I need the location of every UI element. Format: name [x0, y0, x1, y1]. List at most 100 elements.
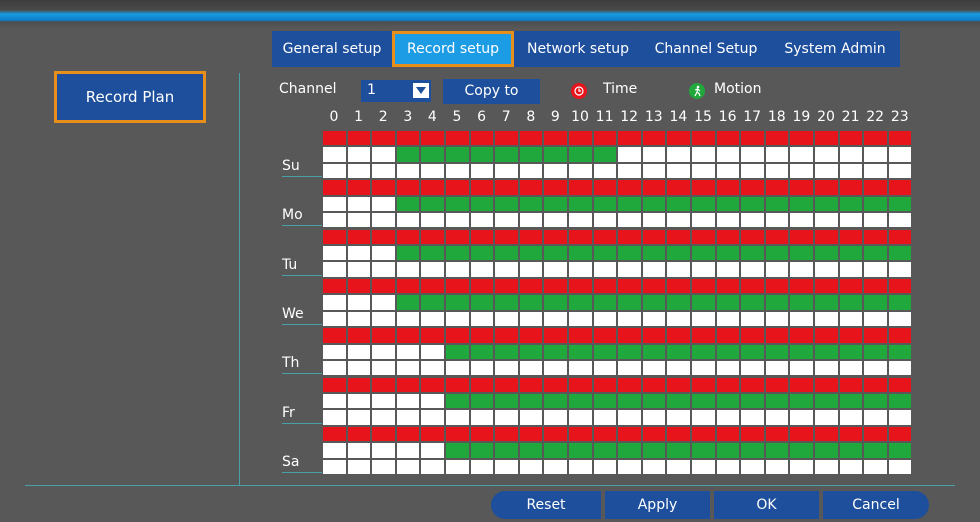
schedule-cell-motion[interactable]	[519, 246, 543, 261]
schedule-cell-time[interactable]	[642, 278, 666, 294]
schedule-cell-empty[interactable]	[716, 311, 740, 327]
schedule-cell-motion[interactable]	[716, 344, 740, 359]
schedule-cell-motion[interactable]	[839, 344, 863, 359]
schedule-cell-empty[interactable]	[888, 311, 912, 327]
schedule-cell-time[interactable]	[372, 278, 395, 294]
schedule-cell-empty[interactable]	[864, 459, 887, 474]
schedule-cell-motion[interactable]	[667, 295, 690, 310]
schedule-cell-empty[interactable]	[323, 163, 346, 179]
schedule-cell-time[interactable]	[765, 131, 789, 146]
schedule-cell-time[interactable]	[741, 131, 764, 146]
schedule-cell-empty[interactable]	[765, 262, 789, 277]
schedule-cell-empty[interactable]	[372, 213, 395, 228]
schedule-cell-motion[interactable]	[642, 246, 666, 261]
schedule-cell-motion[interactable]	[716, 196, 740, 212]
schedule-cell-empty[interactable]	[815, 163, 838, 179]
schedule-cell-time[interactable]	[888, 278, 912, 294]
schedule-cell-motion[interactable]	[692, 196, 715, 212]
schedule-cell-motion[interactable]	[618, 246, 641, 261]
schedule-cell-empty[interactable]	[519, 459, 543, 474]
schedule-cell-motion[interactable]	[446, 295, 469, 310]
schedule-cell-time[interactable]	[790, 278, 813, 294]
schedule-cell-empty[interactable]	[667, 213, 690, 228]
schedule-cell-motion[interactable]	[692, 295, 715, 310]
schedule-cell-time[interactable]	[593, 426, 617, 442]
schedule-cell-motion[interactable]	[495, 344, 518, 359]
tab-record-setup[interactable]: Record setup	[392, 31, 514, 67]
schedule-cell-time[interactable]	[519, 180, 543, 195]
schedule-cell-motion[interactable]	[888, 443, 912, 458]
schedule-cell-time[interactable]	[446, 131, 469, 146]
schedule-cell-motion[interactable]	[765, 295, 789, 310]
schedule-cell-time[interactable]	[446, 426, 469, 442]
schedule-cell-empty[interactable]	[642, 213, 666, 228]
schedule-cell-motion[interactable]	[618, 443, 641, 458]
schedule-cell-time[interactable]	[396, 377, 420, 392]
schedule-cell-motion[interactable]	[741, 196, 764, 212]
schedule-cell-empty[interactable]	[396, 262, 420, 277]
schedule-cell-motion[interactable]	[790, 443, 813, 458]
schedule-cell-time[interactable]	[815, 180, 838, 195]
schedule-cell-time[interactable]	[495, 328, 518, 343]
schedule-cell-empty[interactable]	[593, 361, 617, 376]
schedule-cell-motion[interactable]	[888, 344, 912, 359]
schedule-cell-time[interactable]	[667, 328, 690, 343]
schedule-cell-motion[interactable]	[593, 246, 617, 261]
schedule-cell-time[interactable]	[716, 180, 740, 195]
schedule-cell-empty[interactable]	[544, 213, 567, 228]
schedule-cell-time[interactable]	[815, 278, 838, 294]
schedule-cell-motion[interactable]	[569, 196, 592, 212]
schedule-cell-empty[interactable]	[347, 459, 371, 474]
schedule-cell-time[interactable]	[519, 328, 543, 343]
schedule-cell-time[interactable]	[495, 180, 518, 195]
schedule-cell-motion[interactable]	[888, 295, 912, 310]
schedule-cell-motion[interactable]	[864, 295, 887, 310]
schedule-cell-empty[interactable]	[790, 410, 813, 425]
schedule-cell-motion[interactable]	[618, 295, 641, 310]
schedule-cell-motion[interactable]	[839, 295, 863, 310]
schedule-cell-time[interactable]	[667, 229, 690, 244]
schedule-cell-time[interactable]	[323, 131, 346, 146]
schedule-cell-motion[interactable]	[323, 443, 346, 458]
schedule-cell-time[interactable]	[396, 328, 420, 343]
schedule-cell-empty[interactable]	[815, 459, 838, 474]
schedule-cell-motion[interactable]	[569, 147, 592, 162]
schedule-cell-empty[interactable]	[888, 262, 912, 277]
schedule-cell-motion[interactable]	[396, 443, 420, 458]
schedule-cell-empty[interactable]	[544, 361, 567, 376]
schedule-cell-time[interactable]	[323, 426, 346, 442]
schedule-cell-motion[interactable]	[765, 147, 789, 162]
schedule-cell-time[interactable]	[372, 328, 395, 343]
schedule-cell-time[interactable]	[815, 426, 838, 442]
schedule-cell-time[interactable]	[618, 180, 641, 195]
schedule-cell-time[interactable]	[421, 278, 444, 294]
schedule-cell-empty[interactable]	[421, 311, 444, 327]
schedule-cell-time[interactable]	[519, 278, 543, 294]
schedule-cell-empty[interactable]	[642, 361, 666, 376]
schedule-cell-motion[interactable]	[716, 393, 740, 409]
schedule-cell-empty[interactable]	[421, 361, 444, 376]
schedule-cell-empty[interactable]	[667, 361, 690, 376]
schedule-cell-motion[interactable]	[396, 147, 420, 162]
schedule-cell-time[interactable]	[642, 328, 666, 343]
schedule-cell-motion[interactable]	[421, 295, 444, 310]
schedule-cell-empty[interactable]	[372, 459, 395, 474]
schedule-cell-motion[interactable]	[446, 393, 469, 409]
schedule-cell-motion[interactable]	[888, 246, 912, 261]
schedule-cell-empty[interactable]	[790, 459, 813, 474]
schedule-cell-empty[interactable]	[716, 163, 740, 179]
schedule-cell-time[interactable]	[396, 426, 420, 442]
schedule-cell-time[interactable]	[446, 328, 469, 343]
schedule-cell-empty[interactable]	[470, 410, 494, 425]
schedule-cell-empty[interactable]	[544, 459, 567, 474]
schedule-cell-time[interactable]	[667, 377, 690, 392]
schedule-cell-motion[interactable]	[741, 246, 764, 261]
schedule-cell-motion[interactable]	[888, 196, 912, 212]
schedule-cell-time[interactable]	[741, 229, 764, 244]
schedule-cell-empty[interactable]	[593, 459, 617, 474]
schedule-cell-time[interactable]	[593, 328, 617, 343]
schedule-cell-motion[interactable]	[667, 393, 690, 409]
schedule-cell-empty[interactable]	[765, 311, 789, 327]
schedule-cell-empty[interactable]	[519, 361, 543, 376]
schedule-cell-motion[interactable]	[593, 196, 617, 212]
